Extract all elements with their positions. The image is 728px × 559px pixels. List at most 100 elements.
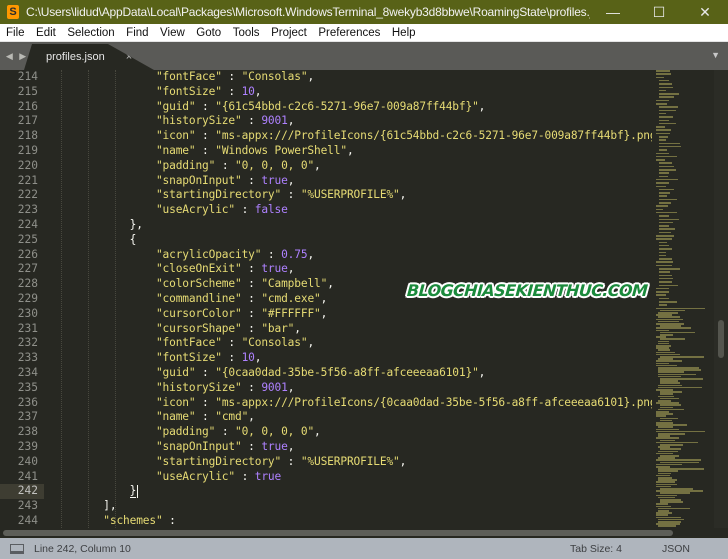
code-line[interactable]: "name" : "cmd", xyxy=(44,410,652,425)
menu-tools[interactable]: Tools xyxy=(227,27,265,39)
code-line[interactable]: "useAcrylic" : true xyxy=(44,470,652,485)
horizontal-scrollbar[interactable] xyxy=(0,528,714,537)
code-line[interactable]: ], xyxy=(44,499,652,514)
tab-profiles-json[interactable]: profiles.json × xyxy=(24,44,154,70)
line-number: 244 xyxy=(17,513,38,527)
minimap-line xyxy=(656,70,670,72)
menu-preferences[interactable]: Preferences xyxy=(312,27,386,39)
tab-dropdown-icon[interactable]: ▼ xyxy=(711,50,720,60)
code-line[interactable]: { xyxy=(44,233,652,248)
minimize-button[interactable]: — xyxy=(590,0,636,24)
json-key: "snapOnInput" xyxy=(155,173,242,187)
minimap-line xyxy=(659,119,669,121)
tab-size[interactable]: Tab Size: 4 xyxy=(570,543,622,555)
code-line[interactable]: "cursorShape" : "bar", xyxy=(44,322,652,337)
punctuation: { xyxy=(129,232,137,246)
code-line[interactable]: "useAcrylic" : false xyxy=(44,203,652,218)
comma: , xyxy=(307,70,315,83)
json-string: "{61c54bbd-c2c6-5271-96e7-009a87ff44bf}" xyxy=(215,99,479,113)
colon: : xyxy=(221,84,242,98)
minimap-line xyxy=(659,106,678,108)
code-line[interactable]: "snapOnInput" : true, xyxy=(44,440,652,455)
code-line[interactable]: "startingDirectory" : "%USERPROFILE%", xyxy=(44,455,652,470)
line-number: 241 xyxy=(17,469,38,483)
json-key: "schemes" xyxy=(103,513,163,527)
code-line[interactable]: "startingDirectory" : "%USERPROFILE%", xyxy=(44,188,652,203)
json-key: "fontFace" xyxy=(155,70,222,83)
code-line[interactable]: "historySize" : 9001, xyxy=(44,114,652,129)
comma: , xyxy=(287,380,295,394)
syntax-mode[interactable]: JSON xyxy=(662,543,690,555)
minimap-line xyxy=(656,205,668,207)
menu-selection[interactable]: Selection xyxy=(61,27,120,39)
json-string: "Consolas" xyxy=(241,70,308,83)
minimap-line xyxy=(659,145,681,148)
tab-close-icon[interactable]: × xyxy=(114,51,144,63)
code-line[interactable]: "fontSize" : 10, xyxy=(44,85,652,100)
cursor-position: Line 242, Column 10 xyxy=(34,542,131,555)
code-line[interactable]: "name" : "Windows PowerShell", xyxy=(44,144,652,159)
json-literal: true xyxy=(261,439,288,453)
minimap-line xyxy=(656,264,673,267)
vertical-scrollbar[interactable] xyxy=(714,70,728,528)
code-line[interactable]: "fontSize" : 10, xyxy=(44,351,652,366)
colon: : xyxy=(234,469,255,483)
code-line[interactable]: } xyxy=(44,484,652,499)
panel-toggle-icon[interactable] xyxy=(10,543,24,554)
menu-edit[interactable]: Edit xyxy=(30,27,61,39)
json-key: "fontFace" xyxy=(155,336,222,350)
comma: , xyxy=(478,365,486,379)
minimap-line xyxy=(659,96,675,98)
code-line[interactable]: "cursorColor" : "#FFFFFF", xyxy=(44,307,652,322)
code-line[interactable]: }, xyxy=(44,218,652,233)
code-line[interactable]: "padding" : "0, 0, 0, 0", xyxy=(44,425,652,440)
json-literal: true xyxy=(261,173,288,187)
code-line[interactable]: "closeOnExit" : true, xyxy=(44,262,652,277)
minimap-line xyxy=(656,126,665,128)
code-line[interactable]: "guid" : "{0caa0dad-35be-5f56-a8ff-afcee… xyxy=(44,366,652,381)
maximize-button[interactable]: ☐ xyxy=(636,0,682,24)
menu-find[interactable]: Find xyxy=(120,27,154,39)
sublime-app-icon: S xyxy=(7,5,19,19)
menu-goto[interactable]: Goto xyxy=(190,27,226,39)
code-line[interactable]: "acrylicOpacity" : 0.75, xyxy=(44,248,652,263)
json-string: "#FFFFFF" xyxy=(261,306,321,320)
code-line[interactable]: "schemes" : xyxy=(44,514,652,528)
menu-view[interactable]: View xyxy=(154,27,190,39)
line-number: 225 xyxy=(17,232,38,246)
code-line[interactable]: "fontFace" : "Consolas", xyxy=(44,336,652,351)
minimap-line xyxy=(659,244,669,247)
minimap-line xyxy=(659,89,667,92)
vertical-scroll-thumb[interactable] xyxy=(718,320,724,358)
code-line[interactable]: "snapOnInput" : true, xyxy=(44,174,652,189)
colon: : xyxy=(241,114,262,128)
horizontal-scroll-thumb[interactable] xyxy=(3,530,673,536)
code-line[interactable]: "padding" : "0, 0, 0, 0", xyxy=(44,159,652,174)
menu-help[interactable]: Help xyxy=(386,27,421,39)
code-line[interactable]: "icon" : "ms-appx:///ProfileIcons/{0caa0… xyxy=(44,396,652,411)
minimap-line xyxy=(659,172,670,174)
menu-file[interactable]: File xyxy=(0,27,30,39)
menu-project[interactable]: Project xyxy=(265,27,312,39)
json-string: "%USERPROFILE%" xyxy=(300,188,400,202)
code-line[interactable]: "icon" : "ms-appx:///ProfileIcons/{61c54… xyxy=(44,129,652,144)
minimap[interactable] xyxy=(652,70,714,528)
line-number: 229 xyxy=(17,291,38,305)
close-button[interactable]: ✕ xyxy=(682,0,728,24)
code-line[interactable]: "fontFace" : "Consolas", xyxy=(44,70,652,85)
code-line[interactable]: "historySize" : 9001, xyxy=(44,381,652,396)
json-string: "Campbell" xyxy=(261,277,328,291)
minimap-line xyxy=(659,142,681,145)
json-key: "startingDirectory" xyxy=(155,188,282,202)
code-line[interactable]: "guid" : "{61c54bbd-c2c6-5271-96e7-009a8… xyxy=(44,100,652,115)
